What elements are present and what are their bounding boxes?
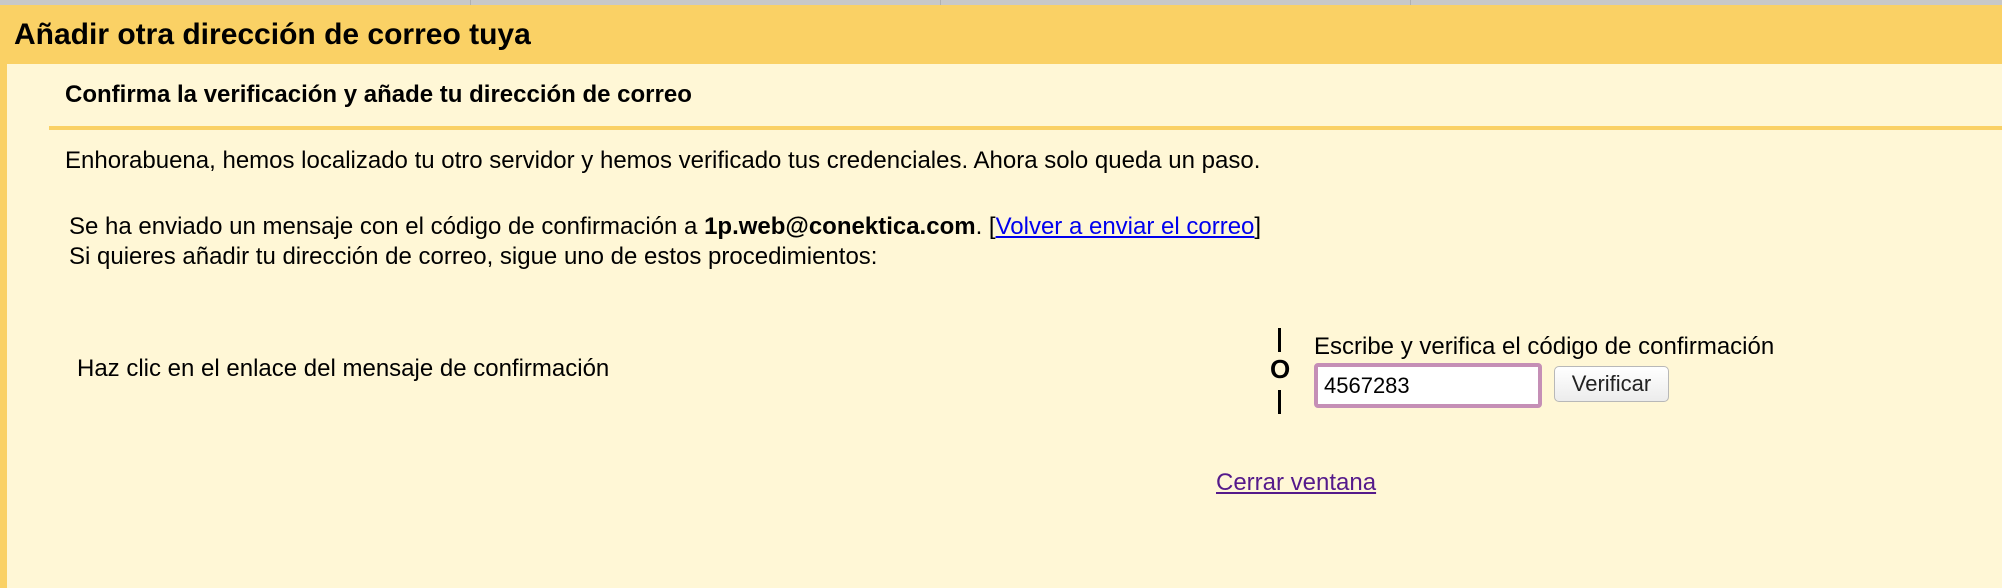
close-window-link[interactable]: Cerrar ventana — [1216, 469, 1376, 496]
dialog-title-bar: Añadir otra dirección de correo tuya — [0, 5, 2002, 64]
resend-email-link[interactable]: Volver a enviar el correo — [996, 213, 1255, 240]
or-divider-line-bottom — [1278, 390, 1281, 414]
option-click-link-text: Haz clic en el enlace del mensaje de con… — [77, 355, 610, 382]
success-message: Enhorabuena, hemos localizado tu otro se… — [65, 147, 1261, 174]
or-label: O — [1270, 354, 1291, 384]
section-heading: Confirma la verificación y añade tu dire… — [65, 81, 692, 108]
confirmation-sent-line: Se ha enviado un mensaje con el código d… — [69, 212, 1261, 242]
option-code-text: Escribe y verifica el código de confirma… — [1314, 333, 1775, 360]
close-window-container: Cerrar ventana — [1216, 468, 1376, 498]
verify-button[interactable]: Verificar — [1554, 366, 1669, 402]
or-divider: O — [1270, 328, 1290, 414]
sent-close: ] — [1254, 213, 1262, 240]
target-email: 1p.web@conektica.com — [704, 213, 976, 240]
instructions-text: Si quieres añadir tu dirección de correo… — [69, 243, 878, 270]
confirmation-code-input[interactable] — [1314, 363, 1542, 408]
dialog-title: Añadir otra dirección de correo tuya — [14, 18, 531, 51]
sent-suffix: . [ — [975, 213, 996, 240]
sent-prefix: Se ha enviado un mensaje con el código d… — [69, 213, 705, 240]
heading-divider — [49, 126, 2002, 130]
dialog-left-border — [0, 64, 7, 588]
or-divider-line-top — [1278, 328, 1281, 352]
